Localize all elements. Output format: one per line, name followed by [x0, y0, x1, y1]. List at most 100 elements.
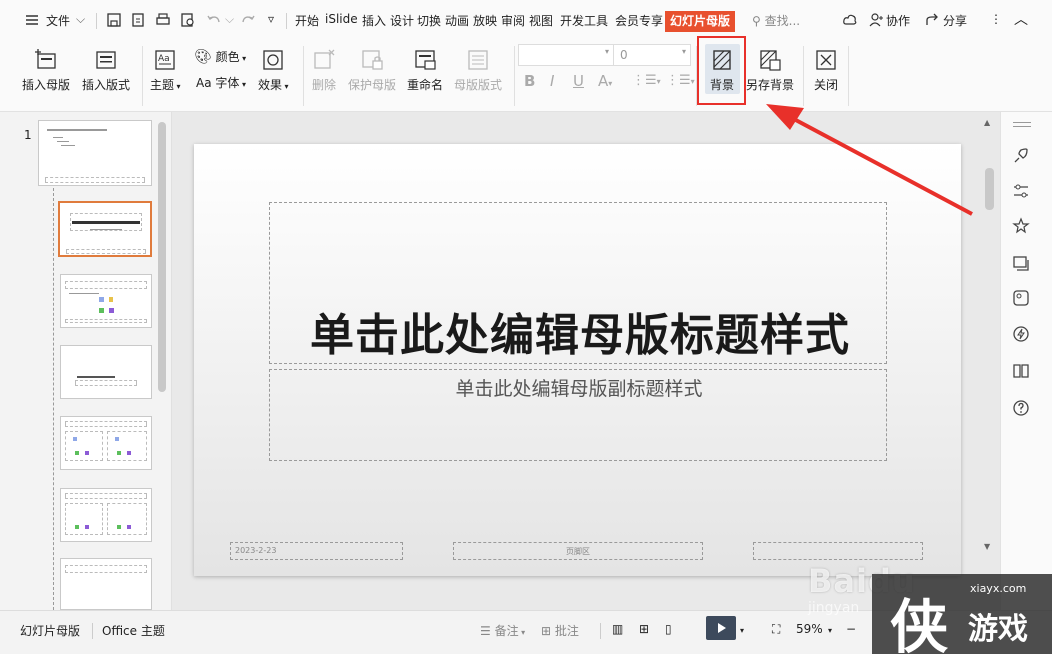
protect-master-button[interactable]: 保护母版 — [348, 48, 396, 93]
layout-thumbnail-two-content[interactable] — [60, 416, 152, 470]
lightning-icon[interactable] — [1011, 324, 1031, 344]
delete-button[interactable]: 删除 — [312, 48, 336, 93]
zoom-dropdown-icon[interactable]: ▾ — [828, 626, 832, 635]
collaborate-button[interactable]: 协作 — [886, 12, 910, 29]
zoom-level[interactable]: 59% — [796, 622, 823, 636]
slide-master[interactable]: 单击此处编辑母版标题样式 单击此处编辑母版副标题样式 2023-2-23 页脚区 — [194, 144, 961, 576]
font-size-select[interactable]: 0 ▾ — [613, 44, 691, 66]
tab-home[interactable]: 开始 — [295, 12, 319, 29]
master-layout-button[interactable]: 母版版式 — [454, 48, 502, 93]
bullets-icon[interactable]: ⋮☰▾ — [632, 73, 661, 88]
theme-button[interactable]: Aa 主题 ▾ — [150, 48, 181, 93]
master-thumbnail[interactable] — [38, 120, 152, 186]
save-background-button[interactable]: 另存背景 — [746, 48, 794, 93]
reading-view-icon[interactable]: ▯ — [665, 622, 672, 636]
rename-button[interactable]: 重命名 — [407, 48, 443, 93]
image-tool-icon[interactable] — [1011, 288, 1031, 308]
comments-label: 批注 — [554, 624, 579, 638]
layout-thumbnail-content[interactable] — [60, 274, 152, 328]
bold-icon[interactable]: B — [524, 72, 535, 90]
tab-member[interactable]: 会员专享 — [615, 12, 663, 29]
insert-layout-button[interactable]: 插入版式 — [82, 48, 130, 93]
normal-view-icon[interactable]: ▥ — [612, 622, 623, 636]
italic-icon[interactable]: I — [550, 72, 554, 90]
divider — [92, 623, 93, 639]
rocket-icon[interactable] — [1011, 146, 1031, 166]
file-menu[interactable]: 文件 — [46, 12, 70, 29]
fonts-button[interactable]: Aa 字体 ▾ — [196, 74, 246, 91]
effects-button[interactable]: 效果 ▾ — [258, 48, 289, 93]
zoom-out-icon[interactable]: − — [846, 622, 856, 636]
colors-button[interactable]: 🎨︎ 颜色 ▾ — [194, 48, 246, 65]
notes-button[interactable]: ☰ 备注 ▾ — [480, 622, 525, 639]
tab-insert[interactable]: 插入 — [362, 12, 386, 29]
tab-review[interactable]: 审阅 — [501, 12, 525, 29]
underline-icon[interactable]: U — [573, 72, 584, 90]
layout-thumbnail-comparison[interactable] — [60, 488, 152, 542]
slide-subtitle: 单击此处编辑母版副标题样式 — [455, 378, 703, 400]
footer-placeholder[interactable]: 页脚区 — [453, 542, 703, 560]
transition-icon[interactable] — [1011, 253, 1031, 273]
tab-slideshow[interactable]: 放映 — [473, 12, 497, 29]
scroll-down-icon[interactable]: ▼ — [984, 542, 990, 551]
numbering-icon[interactable]: ⋮☰▾ — [666, 73, 695, 88]
undo-dropdown-icon[interactable]: ⌵ — [225, 12, 234, 27]
tab-developer[interactable]: 开发工具 — [560, 12, 608, 29]
comments-button[interactable]: ⊞ 批注 — [541, 622, 579, 639]
undo-icon[interactable] — [206, 12, 222, 28]
title-placeholder[interactable]: 单击此处编辑母版标题样式 — [269, 202, 887, 364]
scroll-up-icon[interactable]: ▲ — [984, 118, 990, 127]
customize-toolbar-icon[interactable]: ▿ — [268, 12, 274, 26]
redo-icon[interactable] — [240, 12, 256, 28]
fit-window-icon[interactable]: ⛶ — [772, 622, 780, 637]
divider — [1013, 122, 1031, 123]
search-placeholder: 查找... — [764, 14, 801, 28]
more-options-icon[interactable]: ⋮ — [990, 12, 1002, 26]
lock-icon — [360, 48, 384, 72]
tab-slide-master[interactable]: 幻灯片母版 — [665, 11, 735, 32]
export-pdf-icon[interactable] — [130, 12, 146, 28]
print-preview-icon[interactable] — [180, 12, 196, 28]
tab-animations[interactable]: 动画 — [445, 12, 469, 29]
close-master-button[interactable]: 关闭 — [814, 48, 838, 93]
insert-master-button[interactable]: 插入母版 — [22, 48, 70, 93]
font-family-select[interactable]: ▾ — [518, 44, 614, 66]
divider — [514, 46, 515, 106]
tab-view[interactable]: 视图 — [529, 12, 553, 29]
master-layout-label: 母版版式 — [454, 78, 503, 92]
star-magic-icon[interactable] — [1011, 216, 1031, 236]
hamburger-icon[interactable] — [24, 12, 40, 28]
play-slideshow-button[interactable] — [706, 616, 736, 640]
play-options-icon[interactable]: ▾ — [740, 626, 744, 635]
tab-design[interactable]: 设计 — [390, 12, 414, 29]
save-icon[interactable] — [106, 12, 122, 28]
effects-label: 效果 — [258, 78, 283, 92]
thumbnail-scrollbar[interactable] — [158, 122, 166, 392]
cloud-sync-icon[interactable] — [842, 12, 858, 28]
layout-thumbnail-title[interactable] — [58, 201, 152, 257]
layout-thumbnail-section[interactable] — [60, 345, 152, 399]
print-icon[interactable] — [155, 12, 171, 28]
collapse-ribbon-icon[interactable]: ︿ — [1014, 9, 1028, 29]
page-number-placeholder[interactable] — [753, 542, 923, 560]
font-color-icon[interactable]: A▾ — [598, 72, 612, 90]
help-icon[interactable] — [1011, 398, 1031, 418]
adjust-icon[interactable] — [1011, 181, 1031, 201]
slide-sorter-icon[interactable]: ⊞ — [639, 622, 649, 636]
search-icon: ⚲ — [752, 14, 761, 28]
share-icon[interactable] — [924, 12, 940, 28]
date-placeholder[interactable]: 2023-2-23 — [230, 542, 403, 560]
layout-thumbnail-title-only[interactable] — [60, 558, 152, 610]
fonts-icon: Aa — [196, 76, 212, 90]
share-button[interactable]: 分享 — [943, 12, 967, 29]
tab-transitions[interactable]: 切换 — [417, 12, 441, 29]
subtitle-placeholder[interactable]: 单击此处编辑母版副标题样式 — [269, 369, 887, 461]
search-box[interactable]: ⚲ 查找... — [752, 12, 800, 29]
colors-label: 颜色 — [215, 50, 240, 64]
file-dropdown-icon[interactable]: ⌵ — [76, 12, 85, 27]
background-button-red-outline — [697, 36, 746, 105]
tab-islide[interactable]: iSlide — [325, 12, 358, 26]
collaborate-icon[interactable] — [868, 12, 884, 28]
canvas-scrollbar[interactable] — [985, 168, 994, 210]
book-icon[interactable] — [1011, 361, 1031, 381]
